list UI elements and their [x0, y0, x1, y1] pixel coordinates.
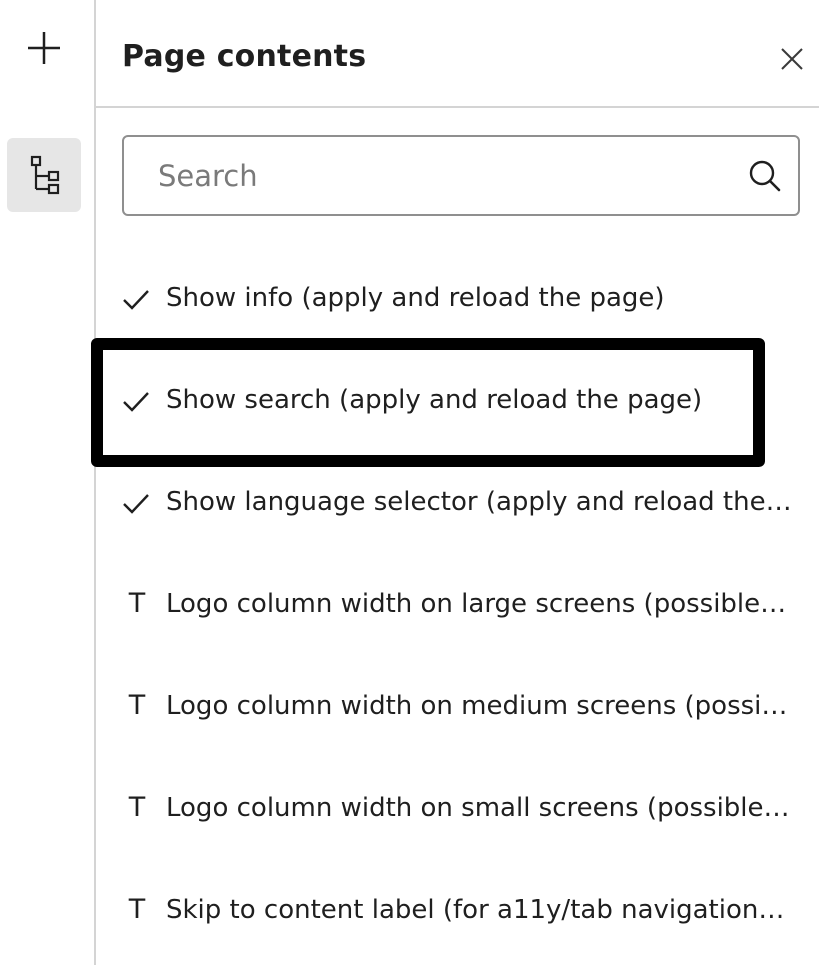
- text-type-icon: T: [128, 792, 146, 823]
- list-item-label: Show info (apply and reload the page): [166, 283, 665, 313]
- tree-structure-icon: [30, 155, 60, 195]
- list-item-label: Show language selector (apply and reload…: [166, 487, 792, 517]
- panel-header: Page contents: [96, 0, 819, 108]
- search-field: [122, 135, 800, 216]
- checkmark-icon: [122, 286, 150, 314]
- text-type-icon: T: [128, 894, 146, 925]
- text-type-icon: T: [128, 588, 146, 619]
- list-item[interactable]: T Logo column width on small screens (po…: [96, 758, 819, 860]
- list-item-label: Logo column width on small screens (poss…: [166, 793, 792, 823]
- list-item-label: Logo column width on large screens (poss…: [166, 589, 792, 619]
- list-item[interactable]: Show language selector (apply and reload…: [96, 452, 819, 554]
- close-icon[interactable]: [780, 47, 804, 71]
- contents-list: Show info (apply and reload the page) Sh…: [96, 248, 819, 962]
- list-item[interactable]: T Logo column width on large screens (po…: [96, 554, 819, 656]
- search-icon[interactable]: [748, 159, 782, 193]
- checkmark-icon: [122, 490, 150, 518]
- text-type-icon: T: [128, 690, 146, 721]
- list-item-label: Logo column width on medium screens (pos…: [166, 691, 792, 721]
- tree-structure-button[interactable]: [7, 138, 81, 212]
- list-item-label: Show search (apply and reload the page): [166, 385, 703, 415]
- list-item[interactable]: Show search (apply and reload the page): [96, 350, 819, 452]
- search-input[interactable]: [158, 155, 718, 197]
- panel-title: Page contents: [122, 39, 367, 74]
- plus-icon[interactable]: [22, 26, 66, 70]
- list-item[interactable]: T Logo column width on medium screens (p…: [96, 656, 819, 758]
- side-rail: [0, 0, 96, 965]
- list-item-label: Skip to content label (for a11y/tab navi…: [166, 895, 792, 925]
- list-item[interactable]: T Skip to content label (for a11y/tab na…: [96, 860, 819, 962]
- page-contents-panel: Page contents Show info (apply and reloa…: [96, 0, 819, 965]
- checkmark-icon: [122, 388, 150, 416]
- list-item[interactable]: Show info (apply and reload the page): [96, 248, 819, 350]
